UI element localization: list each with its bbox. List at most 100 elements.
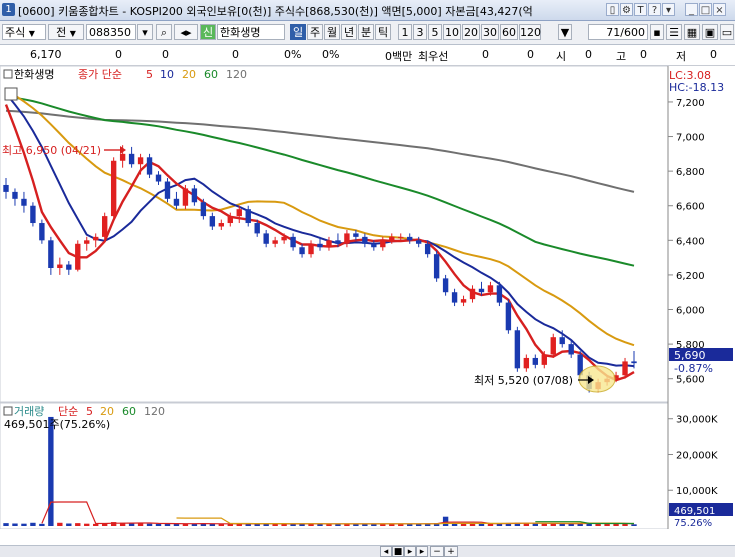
interval-button-20[interactable]: 20 [462,24,480,40]
candle-body [433,254,440,279]
scroll-first-icon[interactable]: ◂ [380,546,392,557]
settings-icon[interactable]: ⚙ [620,3,633,16]
lock-icon[interactable]: ▪ [650,24,664,40]
volume-bar [66,523,72,526]
page-count-field[interactable]: 71/600 [588,24,648,40]
speaker-icon[interactable]: ◂▸ [174,24,198,40]
candle-body [245,209,251,224]
close-icon[interactable]: × [713,3,726,16]
volume-bar [57,522,63,526]
candle-body [272,240,278,244]
candle-body [236,209,242,217]
candle-body [460,299,467,303]
chevron-down-icon: ▼ [69,29,76,38]
credit-icon[interactable]: 신 [200,24,216,40]
candle-body [110,160,117,217]
market-select[interactable]: 주식 ▼ [2,24,46,40]
volume-bar [631,524,637,526]
zoom-in-icon[interactable]: + [444,546,458,557]
interval-button-3[interactable]: 3 [413,24,427,40]
interval-button-120[interactable]: 120 [519,24,541,40]
period-button-3[interactable]: 월 [324,24,340,40]
y-tick-label: 6,000 [676,306,705,317]
chart-svg[interactable]: 7,2007,0006,8006,6006,4006,2006,0005,800… [0,65,735,541]
chevron-down-icon[interactable]: ▼ [558,24,572,40]
candle-body [317,243,323,248]
scroll-prev-icon[interactable]: ■ [392,546,404,557]
window-layout-icon[interactable]: ▭ [720,24,734,40]
search-icon[interactable]: ▾ [137,24,153,40]
period-button-6[interactable]: 틱 [375,24,391,40]
pin-icon[interactable]: ▾ [662,3,675,16]
candle-body [478,288,485,293]
candle-body [128,153,135,165]
interval-button-1[interactable]: 1 [398,24,412,40]
info-value-1: 0 [115,48,122,61]
period-button-5[interactable]: 분 [358,24,374,40]
interval-button-10[interactable]: 10 [443,24,461,40]
calendar-icon[interactable]: ▦ [684,24,700,40]
info-value-3: 0 [232,48,239,61]
candle-body [622,361,628,376]
candle-body [353,233,359,237]
candle-body [505,302,512,331]
candle-body [469,288,476,300]
current-volume-pct: 75.26% [674,518,712,529]
help-icon[interactable]: ? [648,3,661,16]
candle-body [371,243,377,248]
zoom-out-icon[interactable]: − [430,546,444,557]
volume-value-line: 469,501주(75.26%) [4,418,110,431]
save-icon[interactable]: ▣ [702,24,718,40]
chart-scrollbar[interactable]: ◂ ■ ▸ ▸ − + [0,545,735,557]
candle-body [415,240,422,244]
interval-button-60[interactable]: 60 [500,24,518,40]
candle-body [308,243,314,255]
info-value-2: 0 [162,48,169,61]
interval-button-30[interactable]: 30 [481,24,499,40]
scroll-next-icon[interactable]: ▸ [404,546,416,557]
candle-body [398,236,404,238]
candle-body [84,240,90,244]
chart-area[interactable]: 7,200 7,000 6,800 6,600 6,400 6,200 6,000 5,800… [0,65,735,541]
interval-button-5[interactable]: 5 [428,24,442,40]
link-icon[interactable]: ▯ [606,3,619,16]
info-value-4: 0 [482,48,489,61]
grid-toggle-icon[interactable] [4,87,18,101]
candle-body [39,223,45,241]
candle-body [254,223,260,234]
candle-body [93,236,99,241]
market-all-label: 전 [56,26,67,39]
period-button-2[interactable]: 주 [307,24,323,40]
minimize-icon[interactable]: _ [685,3,698,16]
window-title: [0600] 키움종합차트 - KOSPI200 외국인보유[0(천)] 주식수… [18,5,533,18]
candle-body [299,247,305,255]
market-all-button[interactable]: 전 ▼ [48,24,84,40]
candle-body [532,357,539,365]
scroll-last-icon[interactable]: ▸ [416,546,428,557]
list-icon[interactable]: ☰ [666,24,682,40]
period-button-4[interactable]: 년 [341,24,357,40]
window-number-badge: 1 [2,3,15,16]
candle-body [200,202,207,217]
page-count: 71 [606,26,621,39]
candle-body [12,191,18,199]
title-bar: 1 [0600] 키움종합차트 - KOSPI200 외국인보유[0(천)] 주… [0,0,735,21]
candle-body [407,236,413,241]
chart-toolbar: 주식 ▼ 전 ▼ 088350 ▾ ⌕ ◂▸ 신 한화생명 ▼ 71/600 ▪… [0,21,735,45]
priority-label: 최우선 [418,50,449,63]
candle-body [550,337,556,355]
candle-body [218,223,225,227]
y-tick-label: 6,400 [676,236,705,247]
low-value: 0 [710,48,717,61]
open-label: 시 [556,50,567,63]
candle-body [523,357,530,369]
window-menu-icon[interactable]: T [634,3,647,16]
price-panel-stock-name: 한화생명 [14,68,54,81]
code-search-icon[interactable]: ⌕ [156,24,172,40]
current-price-value: 5,690 [674,349,706,362]
volume-bar [75,523,81,526]
stock-code-input[interactable]: 088350 [86,24,136,40]
period-button-1[interactable]: 일 [290,24,306,40]
maximize-icon[interactable]: □ [699,3,712,16]
ma-legend-10: 10 [160,68,174,81]
